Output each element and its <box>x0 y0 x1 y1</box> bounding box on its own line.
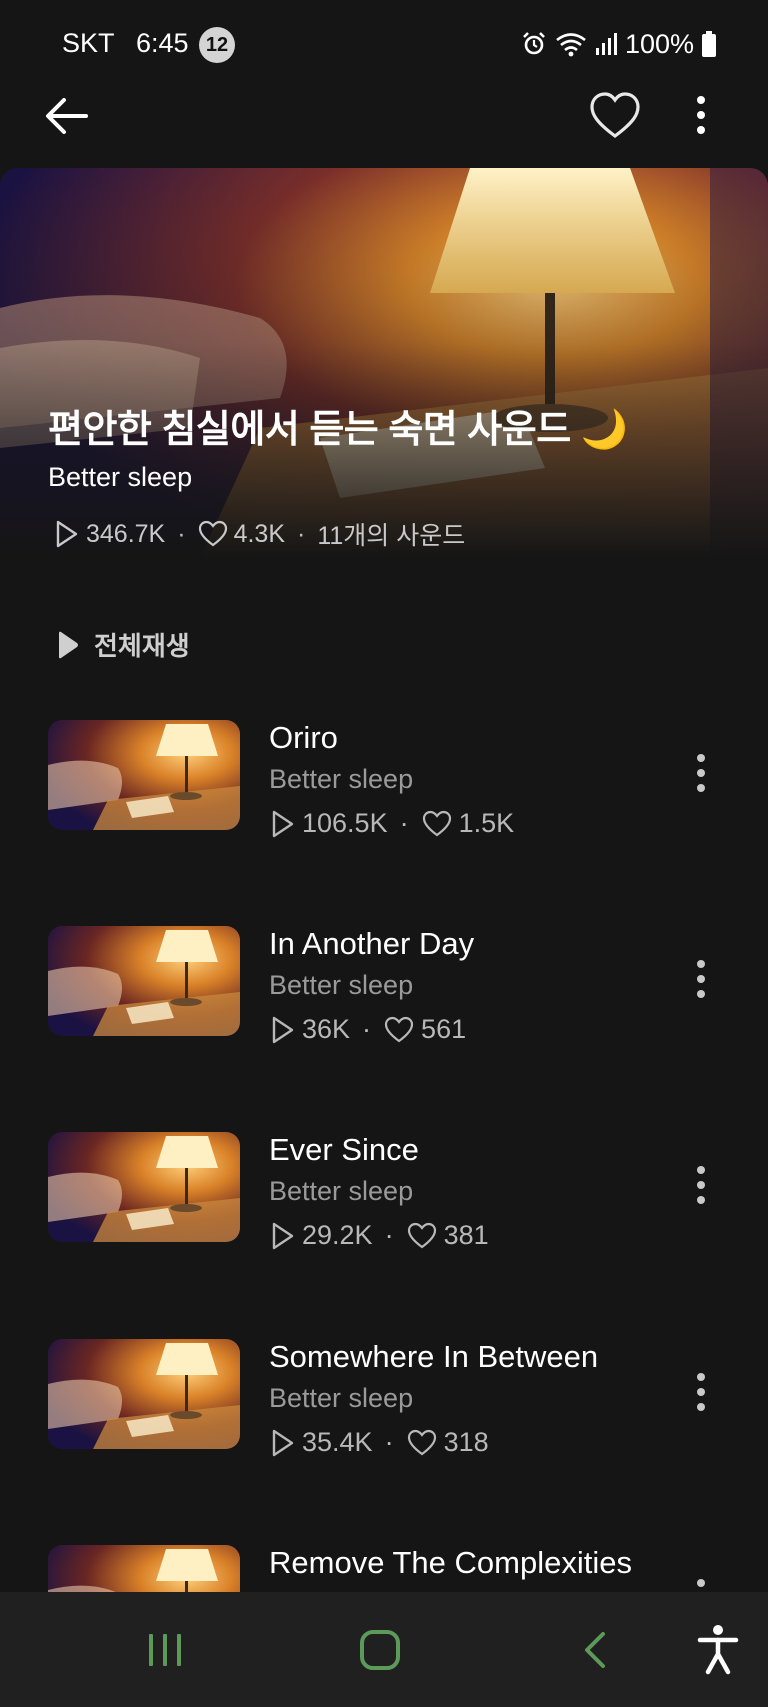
track-artist: Better sleep <box>269 1176 414 1206</box>
track-thumbnail[interactable] <box>48 1339 240 1449</box>
play-filled-icon <box>59 631 78 658</box>
separator-dot: · <box>177 519 186 548</box>
more-options-button[interactable] <box>686 90 716 144</box>
accessibility-button[interactable] <box>688 1620 748 1680</box>
track-like-count: 1.5K <box>458 808 515 838</box>
track-play-count: 106.5K <box>302 808 388 838</box>
moon-emoji: 🌙 <box>580 409 628 451</box>
track-row[interactable]: Oriro Better sleep 106.5K · 1.5K <box>0 720 768 870</box>
track-like-count: 381 <box>443 1220 489 1250</box>
recents-icon <box>149 1634 181 1666</box>
track-title: In Another Day <box>269 926 475 961</box>
separator-dot: · <box>362 1014 372 1044</box>
track-more-button[interactable] <box>686 956 716 1006</box>
track-artist: Better sleep <box>269 764 414 794</box>
playlist-stats: 346.7K · 4.3K · 11개의 사운드 <box>54 516 465 552</box>
signal-icon <box>595 33 617 55</box>
carrier-label: SKT <box>62 28 115 58</box>
more-vertical-icon <box>697 96 705 134</box>
track-play-count: 35.4K <box>302 1427 373 1457</box>
separator-dot: · <box>297 519 306 548</box>
track-row[interactable]: Ever Since Better sleep 29.2K · 381 <box>0 1132 768 1282</box>
more-vertical-icon <box>697 960 705 998</box>
separator-dot: · <box>384 1220 394 1250</box>
track-thumbnail-image <box>48 1339 240 1449</box>
heart-outline-icon <box>407 1222 436 1248</box>
status-bar: SKT 6:45 12 100% <box>0 0 768 86</box>
heart-outline-icon <box>198 520 227 547</box>
heart-outline-icon <box>590 92 640 138</box>
heart-outline-icon <box>422 810 451 836</box>
separator-dot: · <box>384 1427 394 1457</box>
sound-count: 11개의 사운드 <box>317 522 466 550</box>
track-artist: Better sleep <box>269 970 414 1000</box>
heart-outline-icon <box>384 1016 414 1042</box>
track-stats: 29.2K · 381 <box>270 1220 489 1251</box>
track-thumbnail[interactable] <box>48 1132 240 1242</box>
track-play-count: 36K <box>302 1014 351 1044</box>
track-thumbnail[interactable] <box>48 720 240 830</box>
play-outline-icon <box>272 1016 294 1043</box>
home-icon <box>360 1630 400 1670</box>
track-thumbnail-image <box>48 926 240 1036</box>
more-vertical-icon <box>697 1166 705 1204</box>
track-thumbnail[interactable] <box>48 926 240 1036</box>
status-icons: 100% <box>521 26 716 62</box>
playlist-artist[interactable]: Better sleep <box>48 462 192 493</box>
play-all-button[interactable]: 전체재생 <box>56 626 190 663</box>
track-stats: 106.5K · 1.5K <box>270 808 514 839</box>
more-vertical-icon <box>697 1373 705 1411</box>
play-outline-icon <box>272 1429 294 1456</box>
notification-count-badge: 12 <box>199 27 235 63</box>
heart-outline-icon <box>407 1429 436 1455</box>
battery-percent: 100% <box>624 28 694 59</box>
play-outline-icon <box>272 1222 294 1249</box>
alarm-icon <box>523 32 545 55</box>
favorite-button[interactable] <box>588 90 642 144</box>
track-title: Somewhere In Between <box>269 1339 599 1374</box>
separator-dot: · <box>399 808 409 838</box>
play-all-label: 전체재생 <box>94 631 190 661</box>
home-button[interactable] <box>350 1620 410 1680</box>
track-stats: 35.4K · 318 <box>270 1427 489 1458</box>
play-outline-icon <box>272 810 294 837</box>
track-like-count: 318 <box>443 1427 489 1457</box>
track-title: Oriro <box>269 720 338 755</box>
play-count: 346.7K <box>86 519 166 548</box>
track-thumbnail-image <box>48 1132 240 1242</box>
system-navigation-bar <box>0 1592 768 1707</box>
track-more-button[interactable] <box>686 1162 716 1212</box>
track-like-count: 561 <box>421 1014 467 1044</box>
back-chevron-icon <box>585 1632 605 1668</box>
battery-icon <box>702 31 716 57</box>
track-thumbnail-image <box>48 720 240 830</box>
track-row[interactable]: Somewhere In Between Better sleep 35.4K · 31… <box>0 1339 768 1489</box>
like-count: 4.3K <box>233 519 286 548</box>
track-artist: Better sleep <box>269 1383 414 1413</box>
track-row[interactable]: In Another Day Better sleep 36K · 561 <box>0 926 768 1076</box>
playlist-title: 편안한 침실에서 듣는 숙면 사운드 🌙 <box>48 398 628 453</box>
bedside-lamp-image <box>0 168 768 558</box>
playlist-cover <box>0 168 768 558</box>
clock: 6:45 <box>136 28 189 58</box>
recents-button[interactable] <box>135 1620 195 1680</box>
more-vertical-icon <box>697 754 705 792</box>
track-play-count: 29.2K <box>302 1220 373 1250</box>
back-button[interactable] <box>40 90 96 146</box>
arrow-left-icon <box>46 98 88 134</box>
track-more-button[interactable] <box>686 1369 716 1419</box>
accessibility-icon <box>697 1625 739 1675</box>
track-more-button[interactable] <box>686 750 716 800</box>
track-title: Ever Since <box>269 1132 419 1167</box>
nav-back-button[interactable] <box>565 1620 625 1680</box>
playlist-screen: SKT 6:45 12 100% 편안한 침실에서 듣는 숙면 사운드 🌙 Be… <box>0 0 768 1707</box>
track-title: Remove The Complexities <box>269 1545 632 1580</box>
wifi-icon <box>556 33 586 57</box>
track-stats: 36K · 561 <box>270 1014 466 1045</box>
playlist-title-text: 편안한 침실에서 듣는 숙면 사운드 <box>48 409 571 451</box>
play-outline-icon <box>56 520 78 548</box>
